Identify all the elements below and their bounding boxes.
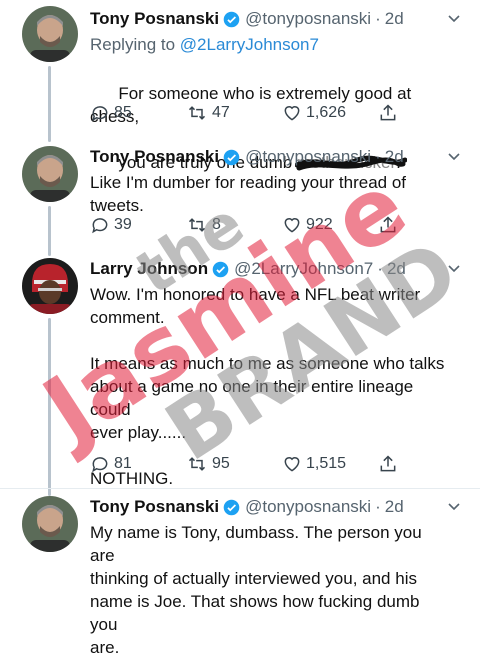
author-name[interactable]: Tony Posnanski (90, 146, 219, 168)
tweet-3[interactable]: Larry Johnson @2LarryJohnson7 · 2d Wow. … (0, 254, 480, 496)
retweet-icon (188, 218, 206, 232)
chevron-down-icon[interactable] (446, 498, 462, 514)
share-button[interactable] (378, 103, 402, 123)
author-handle[interactable]: @2LarryJohnson7 (234, 258, 373, 280)
tweet-text: Like I'm dumber for reading your thread … (90, 173, 407, 215)
tweet-text: My name is Tony, dumbass. The person you… (90, 523, 422, 657)
reply-icon (92, 218, 108, 234)
chevron-down-icon[interactable] (446, 148, 462, 164)
retweet-icon (188, 457, 206, 471)
verified-badge-icon (223, 11, 240, 27)
author-handle[interactable]: @tonyposnanski (245, 496, 371, 518)
share-icon (380, 216, 396, 233)
retweet-button[interactable]: 8 (186, 215, 221, 235)
tweet-header: Tony Posnanski @tonyposnanski · 2d (90, 8, 450, 30)
like-count: 1,626 (306, 104, 347, 121)
like-icon (284, 457, 300, 472)
tweet-2[interactable]: Tony Posnanski @tonyposnanski · 2d Like … (0, 142, 480, 256)
reply-button[interactable]: 39 (90, 215, 132, 235)
avatar-tony[interactable] (22, 6, 78, 62)
share-icon (380, 455, 396, 472)
tweet-1[interactable]: Tony Posnanski @tonyposnanski · 2d Reply… (0, 0, 480, 172)
retweet-count: 95 (212, 455, 230, 472)
dot-separator: · (375, 147, 381, 166)
tweet-time[interactable]: 2d (387, 258, 406, 280)
dot-separator: · (375, 497, 381, 516)
author-name[interactable]: Larry Johnson (90, 258, 208, 280)
like-button[interactable]: 1,626 (282, 103, 346, 123)
retweet-count: 8 (212, 216, 221, 233)
like-button[interactable]: 922 (282, 215, 333, 235)
reply-count: 39 (114, 216, 132, 233)
share-button[interactable] (378, 454, 402, 474)
thread-line (48, 206, 51, 256)
avatar-larry[interactable] (22, 258, 78, 314)
retweet-count: 47 (212, 104, 230, 121)
author-name[interactable]: Tony Posnanski (90, 8, 219, 30)
dot-separator: · (377, 259, 383, 278)
dot-separator: · (375, 9, 381, 28)
replying-to-handle[interactable]: @2LarryJohnson7 (180, 35, 319, 54)
share-icon (380, 104, 396, 121)
tweet-header: Tony Posnanski @tonyposnanski · 2d (90, 496, 450, 518)
reply-icon (92, 106, 108, 122)
chevron-down-icon[interactable] (446, 10, 462, 26)
avatar-tony[interactable] (22, 496, 78, 552)
verified-badge-icon (223, 499, 240, 515)
tweet-4[interactable]: Tony Posnanski @tonyposnanski · 2d My na… (0, 490, 480, 657)
verified-badge-icon (223, 149, 240, 165)
like-button[interactable]: 1,515 (282, 454, 346, 474)
like-icon (284, 106, 300, 121)
thread-line (48, 318, 51, 496)
reply-count: 85 (114, 104, 132, 121)
tweet-header: Larry Johnson @2LarryJohnson7 · 2d (90, 258, 450, 280)
section-divider (0, 488, 480, 489)
reply-count: 81 (114, 455, 132, 472)
avatar-tony[interactable] (22, 146, 78, 202)
author-name[interactable]: Tony Posnanski (90, 496, 219, 518)
reply-icon (92, 457, 108, 473)
author-handle[interactable]: @tonyposnanski (245, 8, 371, 30)
verified-badge-icon (212, 261, 229, 277)
tweet-time[interactable]: 2d (385, 8, 404, 30)
retweet-button[interactable]: 47 (186, 103, 230, 123)
author-handle[interactable]: @tonyposnanski (245, 146, 371, 168)
reply-button[interactable]: 81 (90, 454, 132, 474)
like-count: 922 (306, 216, 333, 233)
like-icon (284, 218, 300, 233)
thread-line (48, 66, 51, 142)
share-button[interactable] (378, 215, 402, 235)
replying-to-label: Replying to (90, 35, 176, 54)
tweet-time[interactable]: 2d (385, 496, 404, 518)
like-count: 1,515 (306, 455, 347, 472)
retweet-icon (188, 106, 206, 120)
retweet-button[interactable]: 95 (186, 454, 230, 474)
replying-to: Replying to @2LarryJohnson7 (90, 33, 450, 56)
tweet-header: Tony Posnanski @tonyposnanski · 2d (90, 146, 450, 168)
reply-button[interactable]: 85 (90, 103, 132, 123)
chevron-down-icon[interactable] (446, 260, 462, 276)
tweet-time[interactable]: 2d (385, 146, 404, 168)
